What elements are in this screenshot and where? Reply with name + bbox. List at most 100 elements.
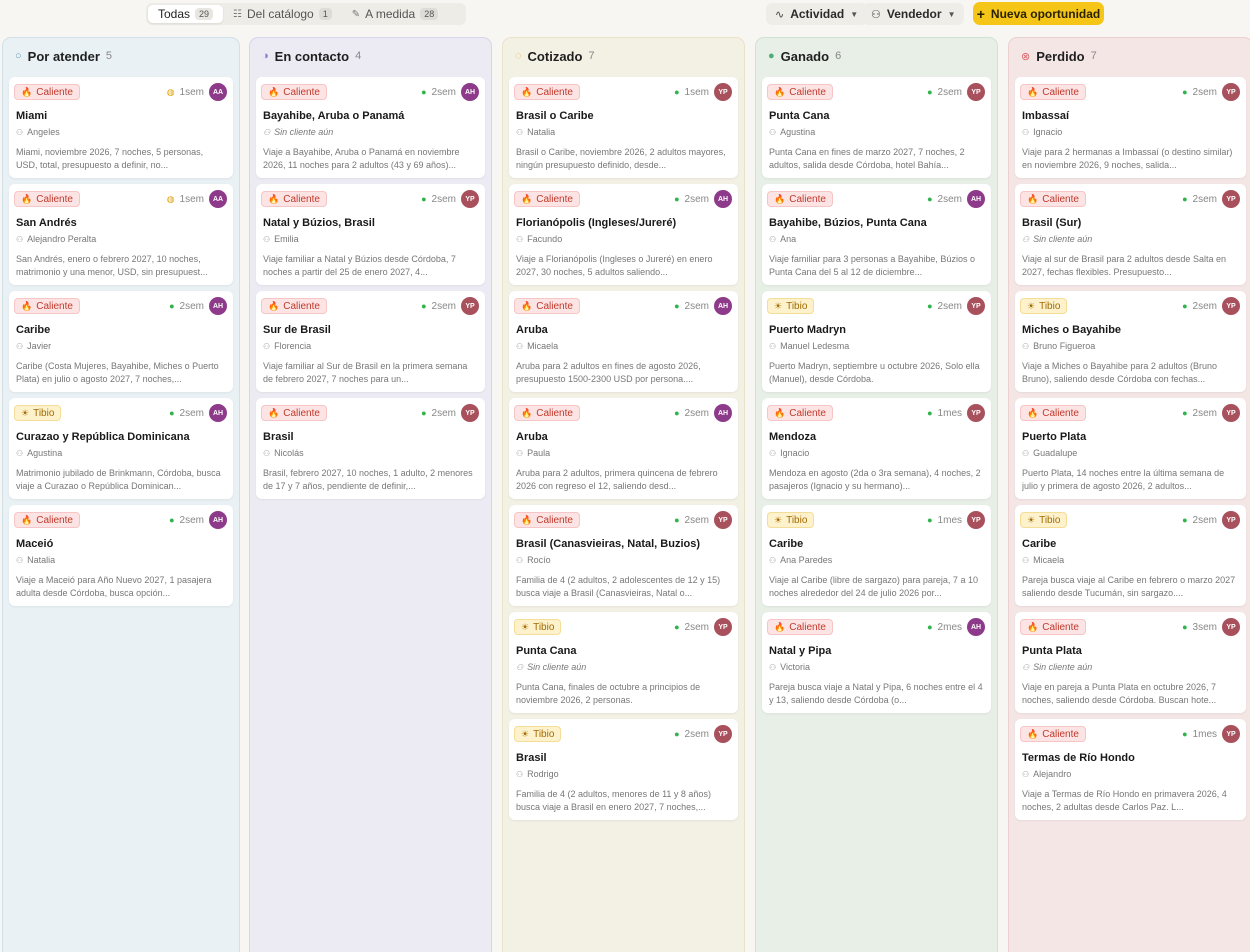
- card-client: ⚇ Alejandro: [1022, 769, 1071, 779]
- card-age: 2sem: [1192, 407, 1217, 419]
- client-name: Nicolás: [274, 448, 304, 458]
- card-title: Miches o Bayahibe: [1022, 324, 1122, 336]
- column-header: ◑ En contacto 4: [250, 38, 491, 74]
- activity-sort-button[interactable]: ∿ Actividad ▼: [766, 3, 868, 25]
- whatsapp-icon: ●: [927, 408, 933, 418]
- opportunity-card[interactable]: 🔥 Caliente ● 3sem YP Punta Plata ⚇ Sin cliente …: [1015, 612, 1246, 713]
- flame-icon: 🔥: [21, 514, 33, 525]
- opportunity-card[interactable]: ☀ Tibio ● 2sem YP Miches o Bayahibe ⚇ Bruno Fig…: [1015, 291, 1246, 392]
- opportunity-card[interactable]: 🔥 Caliente ● 1mes YP Termas de Río Hondo ⚇ Alej…: [1015, 719, 1246, 820]
- temperature-badge: ☀ Tibio: [767, 512, 815, 528]
- seller-avatar: YP: [714, 618, 732, 636]
- opportunity-card[interactable]: 🔥 Caliente ● 2sem YP Brasil (Canasvieiras, Na…: [509, 505, 738, 606]
- whatsapp-icon: ●: [674, 622, 680, 632]
- client-name: Victoria: [780, 662, 811, 672]
- column-ganado: ● Ganado 6 🔥 Caliente ● 2sem YP Punta Cana ⚇ Agust…: [755, 37, 998, 952]
- card-description: Viaje familiar a Natal y Búzios desde Có…: [263, 254, 456, 277]
- opportunity-card[interactable]: 🔥 Caliente ● 2sem YP Brasil (Sur) ⚇ Sin cliente…: [1015, 184, 1246, 285]
- temperature-label: Tibio: [533, 621, 555, 633]
- card-title: Natal y Pipa: [769, 645, 832, 657]
- temperature-label: Caliente: [789, 86, 826, 98]
- temperature-badge: 🔥 Caliente: [1020, 84, 1086, 100]
- card-meta: ● 2sem YP: [421, 190, 479, 208]
- opportunity-card[interactable]: ☀ Tibio ● 2sem AH Curazao y República Dominic…: [9, 398, 233, 499]
- new-opportunity-label: Nueva oportunidad: [990, 6, 1101, 21]
- filter-del-catalogo[interactable]: ☷ Del catálogo 1: [223, 5, 342, 23]
- sun-icon: ☀: [1027, 300, 1036, 311]
- filter-todas[interactable]: Todas 29: [148, 5, 224, 23]
- flame-icon: 🔥: [1027, 407, 1039, 418]
- card-description: Caribe (Costa Mujeres, Bayahibe, Miches …: [16, 361, 219, 384]
- person-icon: ⚇: [1022, 662, 1030, 672]
- opportunity-card[interactable]: 🔥 Caliente ● 2sem AH Maceió ⚇ Natalia Viaje a Ma…: [9, 505, 233, 606]
- opportunity-card[interactable]: 🔥 Caliente ● 2sem AH Caribe ⚇ Javier Caribe (Cos…: [9, 291, 233, 392]
- opportunity-card[interactable]: 🔥 Caliente ● 2sem AH Florianópolis (Ingleses/…: [509, 184, 738, 285]
- top-toolbar: Todas 29 ☷ Del catálogo 1 ✎ A medida 28 …: [0, 0, 1250, 27]
- card-description: Aruba para 2 adultos en fines de agosto …: [516, 361, 701, 384]
- filter-label: A medida: [365, 7, 416, 21]
- person-icon: ⚇: [769, 341, 777, 351]
- card-meta: ● 2sem YP: [1182, 83, 1240, 101]
- card-description: Miami, noviembre 2026, 7 noches, 5 perso…: [16, 147, 204, 170]
- opportunity-card[interactable]: 🔥 Caliente ● 2sem AH Aruba ⚇ Micaela Aruba para …: [509, 291, 738, 392]
- card-description: Puerto Plata, 14 noches entre la última …: [1022, 468, 1225, 491]
- seller-avatar: AH: [967, 618, 985, 636]
- temperature-label: Tibio: [1039, 300, 1061, 312]
- card-title: Miami: [16, 110, 48, 122]
- opportunity-card[interactable]: 🔥 Caliente ● 2sem YP Brasil ⚇ Nicolás Brasil, fe…: [256, 398, 485, 499]
- temperature-badge: 🔥 Caliente: [767, 619, 833, 635]
- opportunity-card[interactable]: ☀ Tibio ● 1mes YP Caribe ⚇ Ana Paredes Viaje al …: [762, 505, 991, 606]
- opportunity-card[interactable]: 🔥 Caliente ● 2sem YP Puerto Plata ⚇ Guadalupe Pu…: [1015, 398, 1246, 499]
- client-name: Agustina: [27, 448, 63, 458]
- opportunity-card[interactable]: 🔥 Caliente ● 2sem YP Natal y Búzios, Brasil ⚇ E…: [256, 184, 485, 285]
- card-meta: ● 2sem AH: [674, 190, 732, 208]
- card-client: ⚇ Ana: [769, 234, 796, 244]
- temperature-badge: 🔥 Caliente: [14, 512, 80, 528]
- column-count: 5: [105, 50, 113, 62]
- opportunity-card[interactable]: ☀ Tibio ● 2sem YP Punta Cana ⚇ Sin cliente aún P…: [509, 612, 738, 713]
- person-icon: ⚇: [16, 555, 24, 565]
- column-por-atender: ○ Por atender 5 🔥 Caliente ◍ 1sem AA Miami ⚇ Angel…: [2, 37, 240, 952]
- opportunity-card[interactable]: 🔥 Caliente ● 2mes AH Natal y Pipa ⚇ Victoria Par…: [762, 612, 991, 713]
- opportunity-card[interactable]: 🔥 Caliente ● 2sem AH Aruba ⚇ Paula Aruba para 2 …: [509, 398, 738, 499]
- opportunity-card[interactable]: 🔥 Caliente ● 2sem AH Bayahibe, Aruba o Panamá…: [256, 77, 485, 178]
- card-description: Brasil, febrero 2027, 10 noches, 1 adult…: [263, 468, 473, 491]
- opportunity-card[interactable]: 🔥 Caliente ● 1mes YP Mendoza ⚇ Ignacio Mendoza e…: [762, 398, 991, 499]
- opportunity-card[interactable]: 🔥 Caliente ◍ 1sem AA Miami ⚇ Angeles Miami, novi…: [9, 77, 233, 178]
- card-title: Punta Plata: [1022, 645, 1082, 657]
- card-meta: ● 2sem YP: [421, 297, 479, 315]
- temperature-label: Caliente: [789, 193, 826, 205]
- card-age: 2sem: [937, 86, 962, 98]
- column-title: Cotizado: [527, 48, 583, 64]
- person-icon: ⚇: [1022, 769, 1030, 779]
- filter-a-medida[interactable]: ✎ A medida 28: [342, 5, 448, 23]
- card-title: Puerto Plata: [1022, 431, 1087, 443]
- seller-avatar: AH: [714, 190, 732, 208]
- card-client: ⚇ Emilia: [263, 234, 299, 244]
- opportunity-card[interactable]: 🔥 Caliente ● 1sem YP Brasil o Caribe ⚇ Natalia B…: [509, 77, 738, 178]
- flame-icon: 🔥: [521, 86, 533, 97]
- flame-icon: 🔥: [268, 193, 280, 204]
- opportunity-card[interactable]: 🔥 Caliente ● 2sem YP Punta Cana ⚇ Agustina Punta…: [762, 77, 991, 178]
- opportunity-card[interactable]: 🔥 Caliente ● 2sem AH Bayahibe, Búzios, Punta …: [762, 184, 991, 285]
- card-client: ⚇ Facundo: [516, 234, 562, 244]
- opportunity-card[interactable]: ☀ Tibio ● 2sem YP Brasil ⚇ Rodrigo Familia de 4 …: [509, 719, 738, 820]
- flame-icon: 🔥: [1027, 86, 1039, 97]
- whatsapp-icon: ●: [169, 515, 175, 525]
- card-title: Brasil (Canasvieiras, Natal, Buzios): [516, 538, 701, 550]
- person-icon: ⚇: [516, 769, 524, 779]
- card-description: Viaje familiar al Sur de Brasil en la pr…: [263, 361, 468, 384]
- opportunity-card[interactable]: ☀ Tibio ● 2sem YP Puerto Madryn ⚇ Manuel Ledesm…: [762, 291, 991, 392]
- opportunity-card[interactable]: 🔥 Caliente ◍ 1sem AA San Andrés ⚇ Alejandro Per…: [9, 184, 233, 285]
- opportunity-card[interactable]: ☀ Tibio ● 2sem YP Caribe ⚇ Micaela Pareja busca …: [1015, 505, 1246, 606]
- seller-avatar: AH: [209, 297, 227, 315]
- card-description: Pareja busca viaje a Natal y Pipa, 6 noc…: [769, 682, 983, 705]
- seller-filter-button[interactable]: ⚇ Vendedor ▼: [862, 3, 965, 25]
- opportunity-card[interactable]: 🔥 Caliente ● 2sem YP Imbassaí ⚇ Ignacio Viaje pa…: [1015, 77, 1246, 178]
- opportunity-card[interactable]: 🔥 Caliente ● 2sem YP Sur de Brasil ⚇ Florencia V…: [256, 291, 485, 392]
- flame-icon: 🔥: [268, 407, 280, 418]
- new-opportunity-button[interactable]: + Nueva oportunidad: [973, 2, 1104, 25]
- card-title: Caribe: [769, 538, 804, 550]
- temperature-label: Caliente: [1042, 86, 1079, 98]
- chevron-down-icon: ▼: [850, 9, 859, 19]
